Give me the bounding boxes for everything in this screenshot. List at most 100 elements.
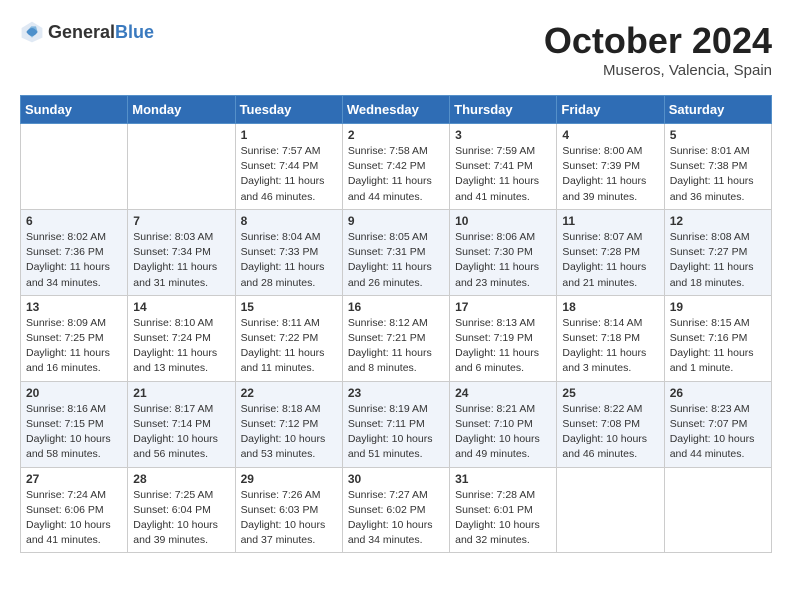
day-number: 30 (348, 472, 444, 486)
calendar-cell: 16 Sunrise: 8:12 AM Sunset: 7:21 PM Dayli… (342, 295, 449, 381)
day-number: 8 (241, 214, 337, 228)
calendar-cell: 3Sunrise: 7:59 AM Sunset: 7:41 PM Daylig… (450, 124, 557, 210)
calendar-cell: 20Sunrise: 8:16 AM Sunset: 7:15 PM Dayli… (21, 381, 128, 467)
month-title: October 2024 (544, 20, 772, 62)
calendar-cell: 15 Sunrise: 8:11 AM Sunset: 7:22 PM Dayli… (235, 295, 342, 381)
day-info: Sunrise: 7:28 AM Sunset: 6:01 PM Dayligh… (455, 488, 551, 549)
day-number: 7 (133, 214, 229, 228)
day-info: Sunrise: 8:11 AM Sunset: 7:22 PM Dayligh… (241, 316, 337, 377)
calendar-cell: 26Sunrise: 8:23 AM Sunset: 7:07 PM Dayli… (664, 381, 771, 467)
day-number: 2 (348, 128, 444, 142)
day-number: 6 (26, 214, 122, 228)
day-info: Sunrise: 7:57 AM Sunset: 7:44 PM Dayligh… (241, 144, 337, 205)
calendar-cell (21, 124, 128, 210)
weekday-header: Thursday (450, 96, 557, 124)
day-info: Sunrise: 8:09 AM Sunset: 7:25 PM Dayligh… (26, 316, 122, 377)
day-info: Sunrise: 8:19 AM Sunset: 7:11 PM Dayligh… (348, 402, 444, 463)
day-info: Sunrise: 8:08 AM Sunset: 7:27 PM Dayligh… (670, 230, 766, 291)
day-number: 3 (455, 128, 551, 142)
day-number: 22 (241, 386, 337, 400)
calendar-cell: 28 Sunrise: 7:25 AM Sunset: 6:04 PM Dayli… (128, 467, 235, 553)
calendar-cell: 30 Sunrise: 7:27 AM Sunset: 6:02 PM Dayli… (342, 467, 449, 553)
day-info: Sunrise: 7:58 AM Sunset: 7:42 PM Dayligh… (348, 144, 444, 205)
day-number: 10 (455, 214, 551, 228)
weekday-header: Sunday (21, 96, 128, 124)
calendar-cell: 17 Sunrise: 8:13 AM Sunset: 7:19 PM Dayli… (450, 295, 557, 381)
day-number: 18 (562, 300, 658, 314)
day-info: Sunrise: 7:25 AM Sunset: 6:04 PM Dayligh… (133, 488, 229, 549)
calendar-cell: 7Sunrise: 8:03 AM Sunset: 7:34 PM Daylig… (128, 209, 235, 295)
day-info: Sunrise: 8:12 AM Sunset: 7:21 PM Dayligh… (348, 316, 444, 377)
logo: General Blue (20, 20, 154, 44)
calendar-cell: 29Sunrise: 7:26 AM Sunset: 6:03 PM Dayli… (235, 467, 342, 553)
calendar-cell: 19 Sunrise: 8:15 AM Sunset: 7:16 PM Dayli… (664, 295, 771, 381)
day-info: Sunrise: 8:06 AM Sunset: 7:30 PM Dayligh… (455, 230, 551, 291)
calendar-cell: 6Sunrise: 8:02 AM Sunset: 7:36 PM Daylig… (21, 209, 128, 295)
day-number: 25 (562, 386, 658, 400)
calendar-cell: 13 Sunrise: 8:09 AM Sunset: 7:25 PM Dayli… (21, 295, 128, 381)
calendar-cell: 11 Sunrise: 8:07 AM Sunset: 7:28 PM Dayli… (557, 209, 664, 295)
calendar-cell: 10 Sunrise: 8:06 AM Sunset: 7:30 PM Dayli… (450, 209, 557, 295)
calendar-cell: 25 Sunrise: 8:22 AM Sunset: 7:08 PM Dayli… (557, 381, 664, 467)
calendar-cell (557, 467, 664, 553)
calendar-week-row: 13 Sunrise: 8:09 AM Sunset: 7:25 PM Dayli… (21, 295, 772, 381)
calendar-cell (128, 124, 235, 210)
calendar-cell: 9 Sunrise: 8:05 AM Sunset: 7:31 PM Daylig… (342, 209, 449, 295)
header-row: SundayMondayTuesdayWednesdayThursdayFrid… (21, 96, 772, 124)
weekday-header: Wednesday (342, 96, 449, 124)
day-info: Sunrise: 8:10 AM Sunset: 7:24 PM Dayligh… (133, 316, 229, 377)
day-number: 19 (670, 300, 766, 314)
day-number: 14 (133, 300, 229, 314)
calendar-cell: 12 Sunrise: 8:08 AM Sunset: 7:27 PM Dayli… (664, 209, 771, 295)
day-info: Sunrise: 8:01 AM Sunset: 7:38 PM Dayligh… (670, 144, 766, 205)
calendar-cell: 22Sunrise: 8:18 AM Sunset: 7:12 PM Dayli… (235, 381, 342, 467)
day-number: 17 (455, 300, 551, 314)
calendar-cell: 31 Sunrise: 7:28 AM Sunset: 6:01 PM Dayli… (450, 467, 557, 553)
calendar-week-row: 1Sunrise: 7:57 AM Sunset: 7:44 PM Daylig… (21, 124, 772, 210)
day-info: Sunrise: 8:07 AM Sunset: 7:28 PM Dayligh… (562, 230, 658, 291)
day-info: Sunrise: 8:04 AM Sunset: 7:33 PM Dayligh… (241, 230, 337, 291)
day-info: Sunrise: 8:14 AM Sunset: 7:18 PM Dayligh… (562, 316, 658, 377)
day-number: 15 (241, 300, 337, 314)
logo-general: General (48, 22, 115, 43)
weekday-header: Friday (557, 96, 664, 124)
calendar-cell: 24 Sunrise: 8:21 AM Sunset: 7:10 PM Dayli… (450, 381, 557, 467)
calendar-cell: 8 Sunrise: 8:04 AM Sunset: 7:33 PM Daylig… (235, 209, 342, 295)
day-info: Sunrise: 7:24 AM Sunset: 6:06 PM Dayligh… (26, 488, 122, 549)
day-number: 16 (348, 300, 444, 314)
weekday-header: Tuesday (235, 96, 342, 124)
day-number: 23 (348, 386, 444, 400)
calendar-cell: 18 Sunrise: 8:14 AM Sunset: 7:18 PM Dayli… (557, 295, 664, 381)
day-number: 31 (455, 472, 551, 486)
day-number: 20 (26, 386, 122, 400)
day-info: Sunrise: 7:26 AM Sunset: 6:03 PM Dayligh… (241, 488, 337, 549)
calendar-cell: 21 Sunrise: 8:17 AM Sunset: 7:14 PM Dayli… (128, 381, 235, 467)
day-info: Sunrise: 8:15 AM Sunset: 7:16 PM Dayligh… (670, 316, 766, 377)
day-number: 5 (670, 128, 766, 142)
day-info: Sunrise: 8:22 AM Sunset: 7:08 PM Dayligh… (562, 402, 658, 463)
weekday-header: Monday (128, 96, 235, 124)
calendar-cell: 2 Sunrise: 7:58 AM Sunset: 7:42 PM Daylig… (342, 124, 449, 210)
calendar-cell: 23 Sunrise: 8:19 AM Sunset: 7:11 PM Dayli… (342, 381, 449, 467)
day-number: 12 (670, 214, 766, 228)
day-info: Sunrise: 8:21 AM Sunset: 7:10 PM Dayligh… (455, 402, 551, 463)
calendar-cell: 4 Sunrise: 8:00 AM Sunset: 7:39 PM Daylig… (557, 124, 664, 210)
day-number: 11 (562, 214, 658, 228)
calendar-table: SundayMondayTuesdayWednesdayThursdayFrid… (20, 95, 772, 553)
day-number: 28 (133, 472, 229, 486)
day-number: 9 (348, 214, 444, 228)
day-info: Sunrise: 8:13 AM Sunset: 7:19 PM Dayligh… (455, 316, 551, 377)
day-info: Sunrise: 8:00 AM Sunset: 7:39 PM Dayligh… (562, 144, 658, 205)
day-number: 24 (455, 386, 551, 400)
calendar-week-row: 20Sunrise: 8:16 AM Sunset: 7:15 PM Dayli… (21, 381, 772, 467)
day-info: Sunrise: 8:17 AM Sunset: 7:14 PM Dayligh… (133, 402, 229, 463)
day-info: Sunrise: 7:27 AM Sunset: 6:02 PM Dayligh… (348, 488, 444, 549)
calendar-week-row: 6Sunrise: 8:02 AM Sunset: 7:36 PM Daylig… (21, 209, 772, 295)
day-number: 21 (133, 386, 229, 400)
calendar-cell (664, 467, 771, 553)
logo-icon (20, 20, 44, 44)
title-block: October 2024 Museros, Valencia, Spain (544, 20, 772, 79)
day-number: 13 (26, 300, 122, 314)
day-number: 4 (562, 128, 658, 142)
day-info: Sunrise: 8:05 AM Sunset: 7:31 PM Dayligh… (348, 230, 444, 291)
